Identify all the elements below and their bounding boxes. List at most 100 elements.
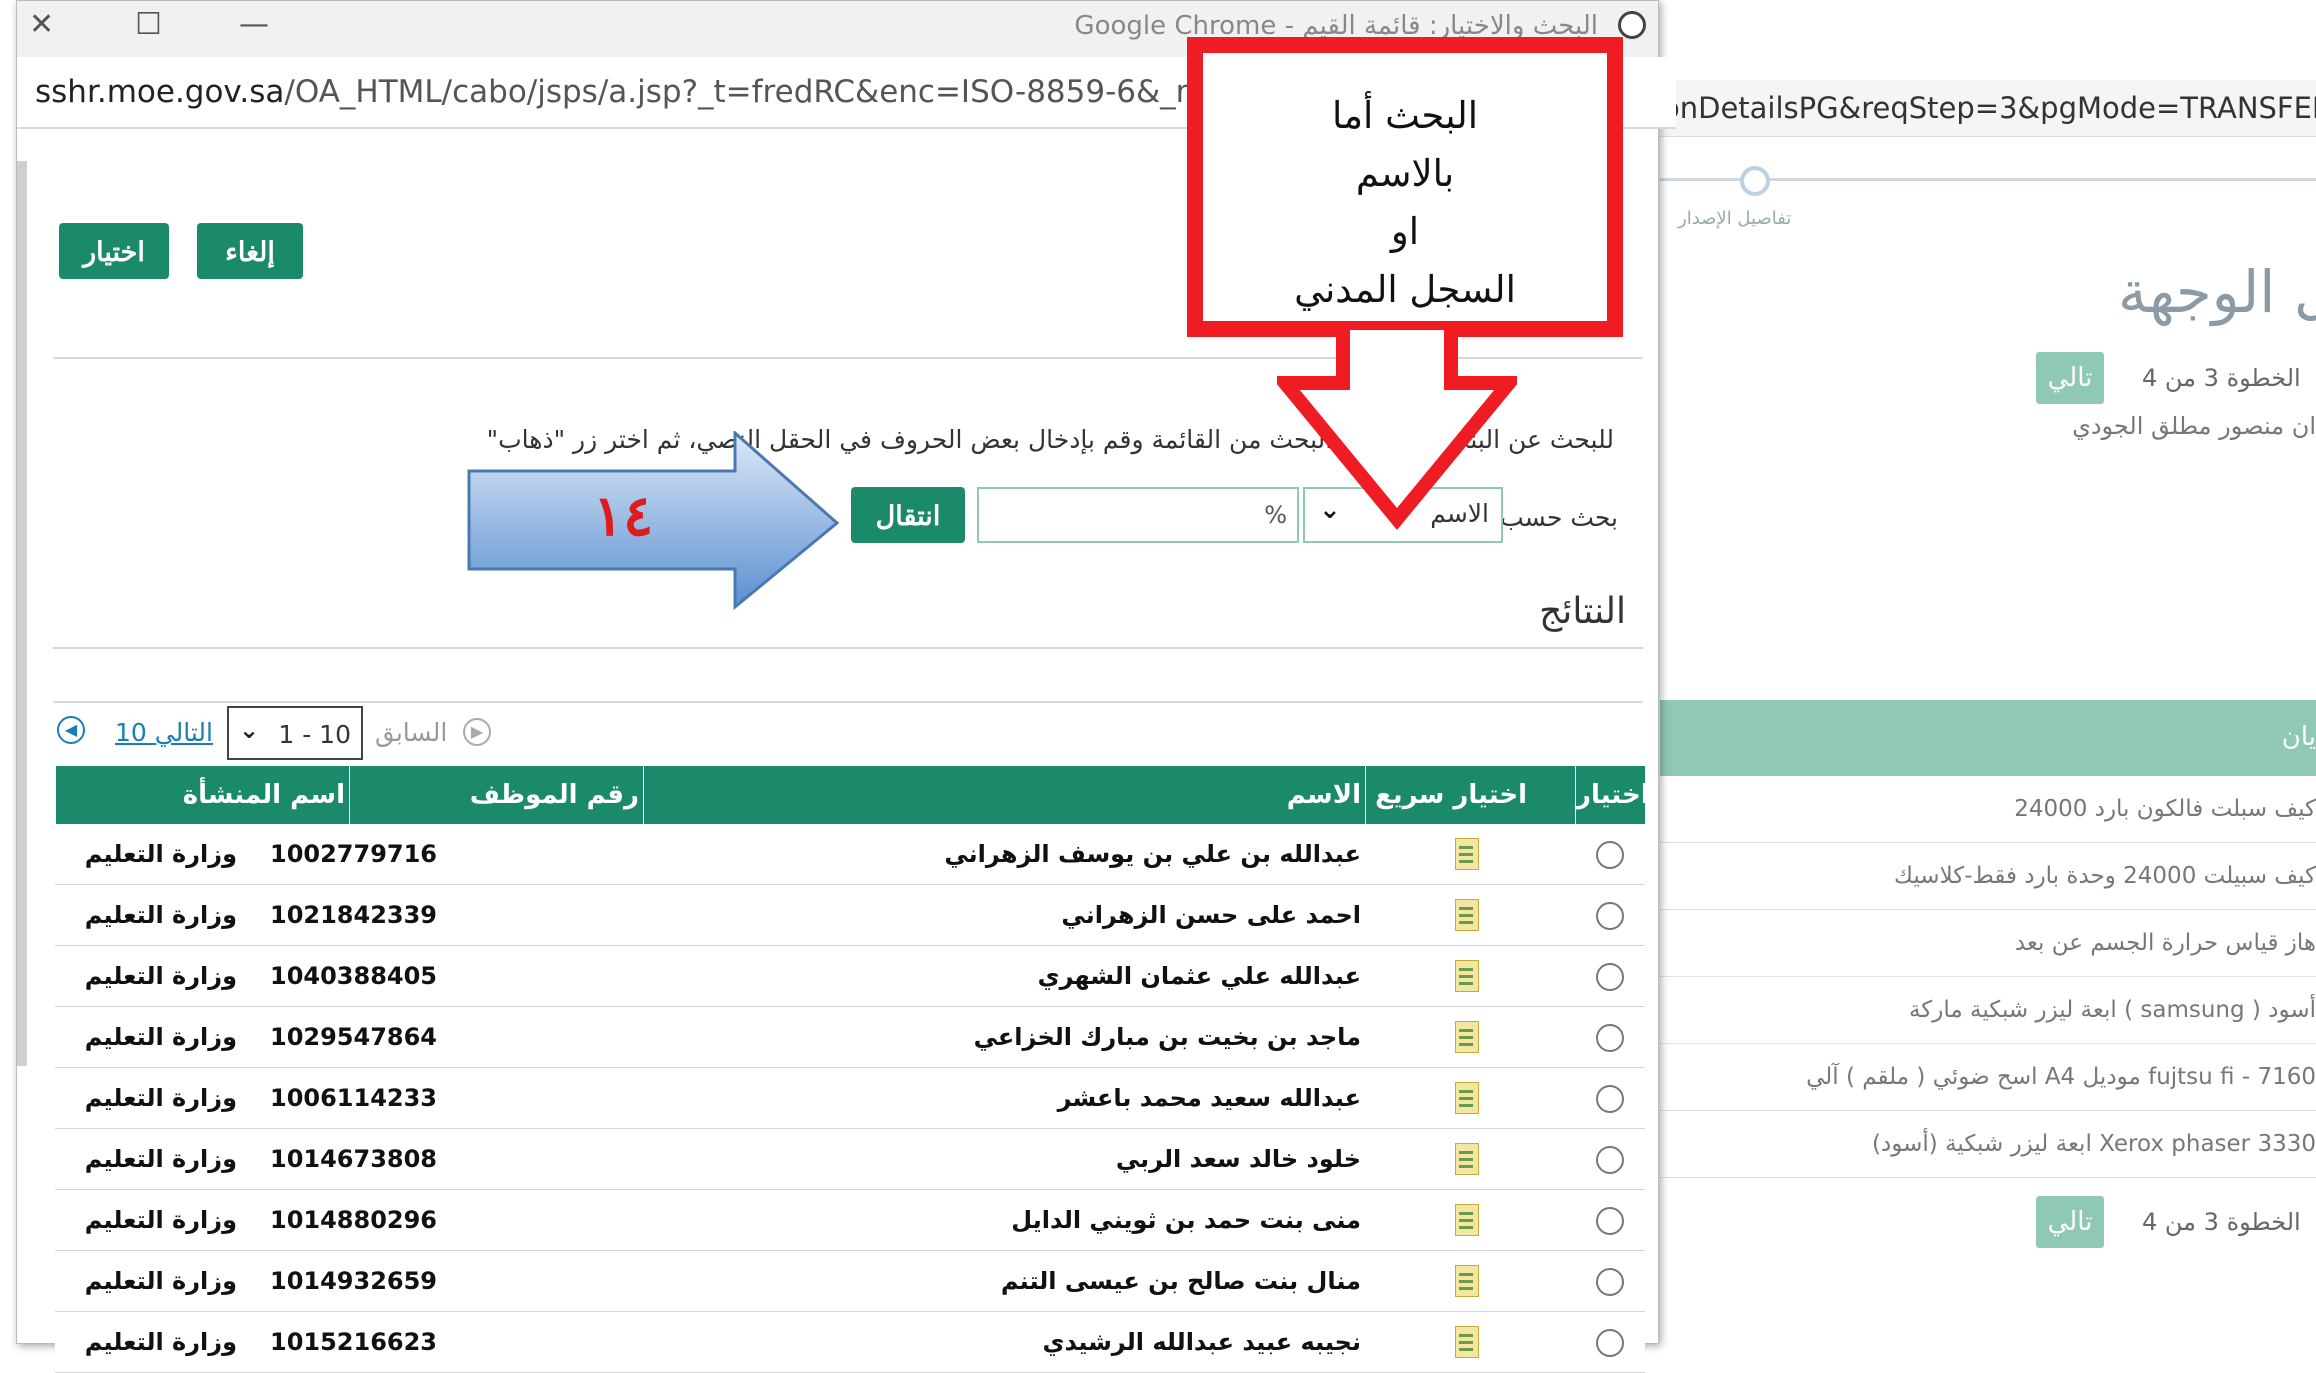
- annotation-callout: البحث أما بالاسم او السجل المدني: [1187, 37, 1623, 337]
- cell-name: احمد على حسن الزهراني: [1061, 901, 1361, 929]
- divider: [53, 647, 1643, 649]
- select-radio[interactable]: [1596, 841, 1624, 869]
- quick-select-icon[interactable]: [1449, 960, 1479, 994]
- column-header-org: اسم المنشأة: [55, 766, 349, 824]
- column-header-quick-select: اختيار سريع: [1365, 766, 1575, 824]
- background-next-button[interactable]: تالي: [2036, 1196, 2104, 1248]
- cell-employee-no: 1014932659: [270, 1267, 437, 1295]
- background-step-info: الخطوة 3 من 4: [2142, 364, 2301, 392]
- quick-select-icon[interactable]: [1449, 1326, 1479, 1360]
- cell-name: نجيبه عبيد عبدالله الرشيدي: [1042, 1328, 1361, 1356]
- cell-name: منال بنت صالح بن عيسى التنم: [1000, 1267, 1361, 1295]
- background-list-item: اسح ضوئي ( ملقم ) آلي A4 موديل fujtsu fi…: [1660, 1044, 2316, 1111]
- chevron-down-icon: ⌄: [239, 716, 260, 744]
- quick-select-icon[interactable]: [1449, 1204, 1479, 1238]
- close-window-icon[interactable]: ✕: [29, 7, 54, 42]
- cell-employee-no: 1015216623: [270, 1328, 437, 1356]
- cell-name: خلود خالد سعد الربي: [1115, 1145, 1361, 1173]
- select-radio[interactable]: [1596, 1085, 1624, 1113]
- cell-name: ماجد بن بخيت بن مبارك الخزاعي: [973, 1023, 1361, 1051]
- cell-employee-no: 1002779716: [270, 840, 437, 868]
- scrollbar[interactable]: [17, 161, 27, 1066]
- table-row[interactable]: وزارة التعليم 1014880296 منى بنت حمد بن ثو…: [55, 1190, 1645, 1251]
- progress-step-dot: [1740, 166, 1770, 196]
- quick-select-icon[interactable]: [1449, 1143, 1479, 1177]
- select-radio[interactable]: [1596, 902, 1624, 930]
- annotation-callout-text: البحث أما بالاسم او السجل المدني: [1294, 94, 1516, 311]
- address-path: /OA_HTML/cabo/jsps/a.jsp?_t=fredRC&enc=I…: [284, 74, 1305, 110]
- quick-select-icon[interactable]: [1449, 1021, 1479, 1055]
- table-row[interactable]: وزارة التعليم 1021842339 احمد على حسن الزه…: [55, 885, 1645, 946]
- cell-employee-no: 1021842339: [270, 901, 437, 929]
- background-address-bar: onDetailsPG&reqStep=3&pgMode=TRANSFER&: [1660, 80, 2316, 137]
- cell-name: منى بنت حمد بن ثويني الدايل: [1011, 1206, 1361, 1234]
- annotation-right-arrow: [467, 431, 840, 611]
- next-page-link[interactable]: 10 التالي: [115, 718, 213, 747]
- annotation-down-arrow: [1277, 323, 1517, 531]
- background-items-header-label: يان: [2281, 722, 2316, 752]
- globe-icon: [1618, 11, 1646, 39]
- select-radio[interactable]: [1596, 1329, 1624, 1357]
- pagination: ◀ 10 التالي ⌄ 1 - 10 السابق ▶: [57, 706, 1647, 762]
- table-row[interactable]: وزارة التعليم 1014932659 منال بنت صالح بن …: [55, 1251, 1645, 1312]
- page-range-select[interactable]: ⌄ 1 - 10: [227, 706, 363, 760]
- page-range-value: 1 - 10: [278, 720, 351, 749]
- select-radio[interactable]: [1596, 963, 1624, 991]
- annotation-step-number: ١٤: [593, 483, 654, 549]
- previous-page-link: السابق: [375, 718, 448, 747]
- select-button[interactable]: اختيار: [59, 223, 169, 279]
- quick-select-icon[interactable]: [1449, 1265, 1479, 1299]
- table-row[interactable]: وزارة التعليم 1014673808 خلود خالد سعد الر…: [55, 1129, 1645, 1190]
- background-list-item: هاز قياس حرارة الجسم عن بعد: [1660, 910, 2316, 977]
- background-page: onDetailsPG&reqStep=3&pgMode=TRANSFER& ت…: [1660, 0, 2316, 1359]
- minimize-window-icon[interactable]: —: [239, 7, 269, 42]
- background-person-name: ان منصور مطلق الجودي: [2072, 412, 2316, 440]
- progress-step-label: تفاصيل الإصدار: [1678, 208, 1792, 229]
- go-button[interactable]: انتقال: [851, 487, 965, 543]
- column-header-name: الاسم: [643, 766, 1365, 824]
- lov-popup-window: ✕ ☐ — Google Chrome - البحث والاختيار: ق…: [16, 0, 1676, 1373]
- column-header-employee-no: رقم الموظف: [349, 766, 643, 824]
- background-next-button[interactable]: تالي: [2036, 352, 2104, 404]
- cell-employee-no: 1014673808: [270, 1145, 437, 1173]
- quick-select-icon[interactable]: [1449, 838, 1479, 872]
- quick-select-icon[interactable]: [1449, 1082, 1479, 1116]
- results-heading: النتائج: [1539, 591, 1626, 632]
- background-list-item: كيف سبيلت 24000 وحدة بارد فقط-كلاسيك: [1660, 843, 2316, 910]
- divider: [53, 701, 1643, 703]
- select-radio[interactable]: [1596, 1146, 1624, 1174]
- cell-name: عبدالله سعيد محمد باعشر: [1057, 1084, 1361, 1112]
- column-header-select: اختيار: [1575, 766, 1650, 824]
- quick-select-icon[interactable]: [1449, 899, 1479, 933]
- select-radio[interactable]: [1596, 1207, 1624, 1235]
- select-radio[interactable]: [1596, 1268, 1624, 1296]
- background-items-header: يان: [1660, 700, 2316, 776]
- background-step-row-top: تالي الخطوة 3 من 4: [1660, 352, 2316, 408]
- search-by-label: بحث حسب: [1500, 503, 1618, 532]
- table-row[interactable]: وزارة التعليم 1006114233 عبدالله سعيد محمد…: [55, 1068, 1645, 1129]
- background-list-item: ابعة ليزر شبكية (أسود) Xerox phaser 3330: [1660, 1111, 2316, 1178]
- previous-page-icon: ▶: [463, 718, 491, 746]
- cell-employee-no: 1040388405: [270, 962, 437, 990]
- select-radio[interactable]: [1596, 1024, 1624, 1052]
- maximize-window-icon[interactable]: ☐: [135, 7, 162, 42]
- background-page-title: ل الوجهة: [2117, 258, 2316, 326]
- cell-name: عبدالله علي عثمان الشهري: [1037, 962, 1361, 990]
- background-list-item: كيف سبلت فالكون بارد 24000: [1660, 776, 2316, 843]
- table-row[interactable]: وزارة التعليم 1029547864 ماجد بن بخيت بن م…: [55, 1007, 1645, 1068]
- table-header: اسم المنشأة رقم الموظف الاسم اختيار سريع…: [55, 766, 1650, 824]
- background-step-info: الخطوة 3 من 4: [2142, 1208, 2301, 1236]
- table-row[interactable]: وزارة التعليم 1040388405 عبدالله علي عثمان…: [55, 946, 1645, 1007]
- table-row[interactable]: وزارة التعليم 1002779716 عبدالله بن علي بن…: [55, 824, 1645, 885]
- cell-employee-no: 1006114233: [270, 1084, 437, 1112]
- next-page-icon[interactable]: ◀: [57, 716, 85, 744]
- cell-employee-no: 1029547864: [270, 1023, 437, 1051]
- cell-name: عبدالله بن علي بن يوسف الزهراني: [944, 840, 1361, 868]
- address-host: sshr.moe.gov.sa: [35, 74, 285, 110]
- background-step-row-bottom: تالي الخطوة 3 من 4: [1660, 1196, 2316, 1252]
- background-list-item: ابعة ليزر شبكية ماركة ( samsung ) أسود: [1660, 977, 2316, 1044]
- cancel-button[interactable]: إلغاء: [197, 223, 303, 279]
- table-row[interactable]: وزارة التعليم 1015216623 نجيبه عبيد عبدالل…: [55, 1312, 1645, 1373]
- cell-employee-no: 1014880296: [270, 1206, 437, 1234]
- search-input[interactable]: %: [977, 487, 1299, 543]
